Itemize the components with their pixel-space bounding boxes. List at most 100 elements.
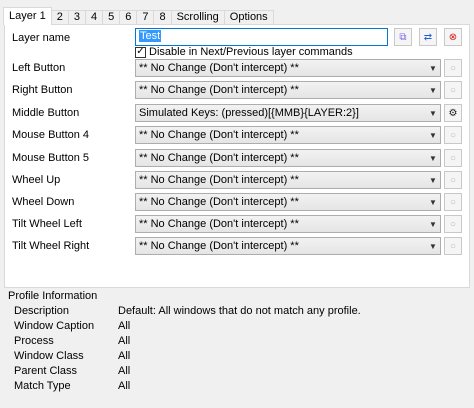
button-row-tilt-right: Tilt Wheel Right ** No Change (Don't int…: [5, 237, 469, 257]
dropdown-value: ** No Change (Don't intercept) **: [139, 84, 299, 96]
profile-row-match-type: Match Type All: [14, 380, 454, 395]
dropdown-value: ** No Change (Don't intercept) **: [139, 152, 299, 164]
action-dropdown[interactable]: ** No Change (Don't intercept) ** ▼: [135, 81, 441, 99]
profile-row-parent-class: Parent Class All: [14, 365, 454, 380]
chevron-down-icon: ▼: [429, 197, 437, 207]
disable-checkbox-label: Disable in Next/Previous layer commands: [149, 46, 353, 58]
settings-icon: ○: [449, 84, 457, 96]
dropdown-value: Simulated Keys: (pressed)[{MMB}{LAYER:2}…: [139, 107, 359, 119]
action-dropdown[interactable]: ** No Change (Don't intercept) ** ▼: [135, 193, 441, 211]
settings-button[interactable]: ○: [444, 126, 462, 144]
profile-key: Process: [14, 335, 54, 347]
dropdown-value: ** No Change (Don't intercept) **: [139, 240, 299, 252]
remove-icon: ⊗: [448, 31, 458, 43]
dropdown-value: ** No Change (Don't intercept) **: [139, 196, 299, 208]
button-row-left: Left Button ** No Change (Don't intercep…: [5, 59, 469, 79]
settings-button[interactable]: ○: [444, 215, 462, 233]
settings-button[interactable]: ○: [444, 149, 462, 167]
tab-layer-4[interactable]: 4: [84, 10, 104, 25]
chevron-down-icon: ▼: [429, 130, 437, 140]
settings-button[interactable]: ○: [444, 171, 462, 189]
settings-icon: ○: [449, 218, 457, 230]
chevron-down-icon: ▼: [429, 108, 437, 118]
tab-layer-3[interactable]: 3: [67, 10, 86, 25]
profile-info-table: Description Default: All windows that do…: [14, 305, 454, 395]
dropdown-value: ** No Change (Don't intercept) **: [139, 218, 299, 230]
tab-scrolling[interactable]: Scrolling: [170, 10, 225, 25]
disable-option[interactable]: ✓ Disable in Next/Previous layer command…: [135, 45, 353, 59]
profile-key: Description: [14, 305, 70, 317]
settings-button[interactable]: ○: [444, 237, 462, 255]
layer-name-value: Test: [139, 30, 162, 42]
button-row-wheel-up: Wheel Up ** No Change (Don't intercept) …: [5, 171, 469, 191]
disable-checkbox[interactable]: ✓: [135, 46, 146, 58]
action-dropdown[interactable]: ** No Change (Don't intercept) ** ▼: [135, 215, 441, 233]
tab-layer-8[interactable]: 8: [153, 10, 172, 25]
profile-key: Window Class: [14, 350, 84, 362]
tab-layer-5[interactable]: 5: [102, 10, 121, 25]
tab-layer-2[interactable]: 2: [50, 10, 69, 25]
profile-row-window-caption: Window Caption All: [14, 320, 454, 335]
settings-button[interactable]: ○: [444, 193, 462, 211]
button-row-mouse5: Mouse Button 5 ** No Change (Don't inter…: [5, 149, 469, 169]
action-dropdown[interactable]: ** No Change (Don't intercept) ** ▼: [135, 237, 441, 255]
action-dropdown[interactable]: ** No Change (Don't intercept) ** ▼: [135, 126, 441, 144]
settings-icon: ○: [449, 62, 457, 74]
settings-icon: ○: [449, 196, 457, 208]
swap-layer-button[interactable]: ⇄: [419, 28, 437, 46]
tab-layer-7[interactable]: 7: [136, 10, 155, 25]
button-label: Tilt Wheel Right: [12, 240, 90, 252]
dropdown-value: ** No Change (Don't intercept) **: [139, 174, 299, 186]
button-label: Right Button: [12, 84, 73, 96]
copy-layer-button[interactable]: ⧉: [394, 28, 412, 46]
profile-value: All: [118, 350, 131, 362]
action-dropdown[interactable]: ** No Change (Don't intercept) ** ▼: [135, 171, 441, 189]
settings-icon: ○: [449, 129, 457, 141]
tab-layer-6[interactable]: 6: [119, 10, 138, 25]
settings-icon: ○: [449, 152, 457, 164]
chevron-down-icon: ▼: [429, 241, 437, 251]
layer-name-label: Layer name: [12, 32, 71, 44]
chevron-down-icon: ▼: [429, 219, 437, 229]
button-label: Tilt Wheel Left: [12, 218, 82, 230]
button-row-middle: Middle Button Simulated Keys: (pressed)[…: [5, 104, 469, 124]
action-dropdown[interactable]: ** No Change (Don't intercept) ** ▼: [135, 59, 441, 77]
copy-icon: ⧉: [399, 31, 407, 43]
profile-info-title: Profile Information: [8, 290, 98, 302]
settings-icon: ○: [449, 240, 457, 252]
settings-icon: ○: [449, 174, 457, 186]
action-dropdown[interactable]: Simulated Keys: (pressed)[{MMB}{LAYER:2}…: [135, 104, 441, 122]
settings-button[interactable]: ○: [444, 59, 462, 77]
checkmark-icon: ✓: [136, 46, 145, 57]
gear-icon: ⚙: [448, 107, 458, 119]
profile-row-process: Process All: [14, 335, 454, 350]
button-label: Mouse Button 4: [12, 129, 90, 141]
button-row-wheel-down: Wheel Down ** No Change (Don't intercept…: [5, 193, 469, 213]
action-dropdown[interactable]: ** No Change (Don't intercept) ** ▼: [135, 149, 441, 167]
remove-layer-button[interactable]: ⊗: [444, 28, 462, 46]
button-label: Wheel Down: [12, 196, 75, 208]
settings-button[interactable]: ⚙: [444, 104, 462, 122]
profile-value: All: [118, 320, 131, 332]
settings-button[interactable]: ○: [444, 81, 462, 99]
profile-row-window-class: Window Class All: [14, 350, 454, 365]
profile-key: Window Caption: [14, 320, 95, 332]
profile-key: Parent Class: [14, 365, 77, 377]
swap-icon: ⇄: [423, 31, 433, 43]
profile-key: Match Type: [14, 380, 71, 392]
dropdown-value: ** No Change (Don't intercept) **: [139, 129, 299, 141]
button-label: Mouse Button 5: [12, 152, 90, 164]
tab-layer-1[interactable]: Layer 1: [3, 7, 52, 25]
profile-value: All: [118, 365, 131, 377]
chevron-down-icon: ▼: [429, 153, 437, 163]
chevron-down-icon: ▼: [429, 85, 437, 95]
button-label: Middle Button: [12, 107, 80, 119]
profile-value: All: [118, 380, 131, 392]
profile-row-description: Description Default: All windows that do…: [14, 305, 454, 320]
layer-name-input[interactable]: Test: [135, 28, 388, 46]
profile-value: Default: All windows that do not match a…: [118, 305, 361, 317]
tab-options[interactable]: Options: [223, 10, 274, 25]
button-row-tilt-left: Tilt Wheel Left ** No Change (Don't inte…: [5, 215, 469, 235]
button-row-mouse4: Mouse Button 4 ** No Change (Don't inter…: [5, 126, 469, 146]
dropdown-value: ** No Change (Don't intercept) **: [139, 62, 299, 74]
